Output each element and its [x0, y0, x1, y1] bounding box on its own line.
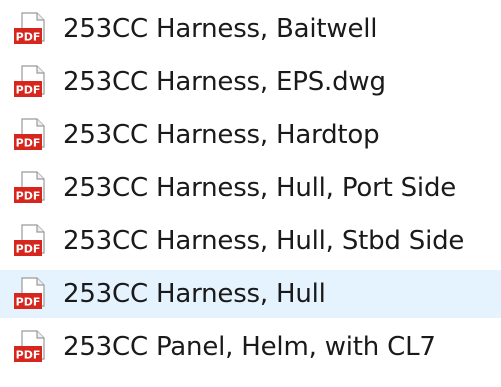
file-item-eps[interactable]: PDF 253CC Harness, EPS.dwg	[0, 58, 501, 106]
file-name: 253CC Harness, Hull, Stbd Side	[63, 226, 465, 256]
pdf-icon: PDF	[13, 329, 49, 365]
file-name: 253CC Harness, Hull, Port Side	[63, 173, 457, 203]
svg-text:PDF: PDF	[16, 296, 41, 309]
pdf-icon: PDF	[13, 223, 49, 259]
file-item-baitwell[interactable]: PDF 253CC Harness, Baitwell	[0, 5, 501, 53]
file-item-hull-port[interactable]: PDF 253CC Harness, Hull, Port Side	[0, 164, 501, 212]
file-name: 253CC Harness, EPS.dwg	[63, 67, 386, 97]
file-item-hull[interactable]: PDF 253CC Harness, Hull	[0, 270, 501, 318]
svg-text:PDF: PDF	[16, 190, 41, 203]
svg-text:PDF: PDF	[16, 349, 41, 362]
svg-text:PDF: PDF	[16, 243, 41, 256]
file-item-panel-helm[interactable]: PDF 253CC Panel, Helm, with CL7	[0, 323, 501, 371]
file-name: 253CC Panel, Helm, with CL7	[63, 332, 436, 362]
svg-text:PDF: PDF	[16, 84, 41, 97]
file-name: 253CC Harness, Hull	[63, 279, 326, 309]
pdf-icon: PDF	[13, 170, 49, 206]
pdf-icon: PDF	[13, 117, 49, 153]
file-name: 253CC Harness, Hardtop	[63, 120, 380, 150]
file-list: PDF 253CC Harness, Baitwell PDF 253CC Ha…	[0, 0, 501, 387]
svg-text:PDF: PDF	[16, 31, 41, 44]
pdf-icon: PDF	[13, 276, 49, 312]
file-item-hull-stbd[interactable]: PDF 253CC Harness, Hull, Stbd Side	[0, 217, 501, 265]
svg-text:PDF: PDF	[16, 137, 41, 150]
file-item-hardtop[interactable]: PDF 253CC Harness, Hardtop	[0, 111, 501, 159]
pdf-icon: PDF	[13, 64, 49, 100]
pdf-icon: PDF	[13, 11, 49, 47]
file-name: 253CC Harness, Baitwell	[63, 14, 378, 44]
